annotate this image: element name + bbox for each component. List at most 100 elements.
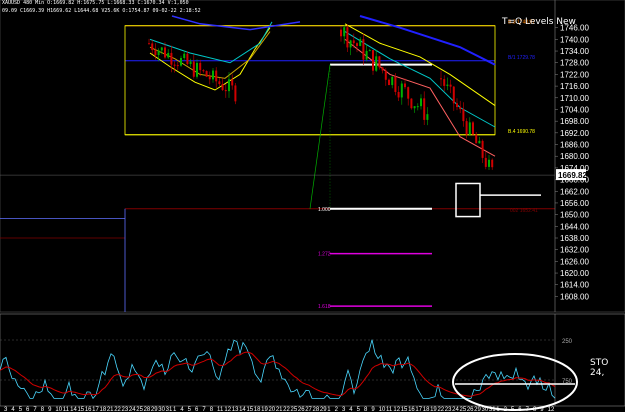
- candle-body: [180, 57, 182, 66]
- price-axis: 1746.001740.001734.001728.001722.001716.…: [0, 0, 589, 312]
- candle-body: [221, 84, 224, 90]
- candle-body: [446, 84, 449, 86]
- x-tick-label: 3: [342, 407, 346, 412]
- stochastic-panel: 250750: [0, 313, 625, 411]
- x-tick-label: 6: [26, 407, 30, 412]
- candle-body: [228, 79, 230, 92]
- chart-title: T=Q Levels New: [502, 17, 576, 27]
- x-tick-label: 31: [166, 407, 173, 412]
- x-tick-label: 11: [386, 407, 393, 412]
- candle-body: [491, 159, 494, 168]
- candle-body: [208, 76, 211, 80]
- candle-body: [400, 83, 403, 98]
- y-tick-label: 1734.00: [560, 47, 589, 56]
- x-tick-label: 10: [379, 407, 386, 412]
- candle-body: [462, 109, 465, 122]
- candle-body: [481, 140, 484, 158]
- candle-body: [218, 81, 221, 85]
- y-tick-label: 1686.00: [560, 141, 589, 150]
- x-tick-label: 10: [55, 407, 62, 412]
- candle-body: [456, 103, 458, 108]
- candle-body: [484, 157, 487, 167]
- x-tick-label: 6: [195, 407, 199, 412]
- candle-body: [199, 62, 202, 71]
- candles: [148, 24, 494, 170]
- time-axis: 3 4 5 6 7 8 9 10 11 14 15 16 17 18 21 22 23 24 25 28 29 30 31 1…: [4, 407, 555, 412]
- y-tick-label: 1692.00: [560, 129, 589, 138]
- x-tick-label: 15: [77, 407, 84, 412]
- x-tick-label: 17: [92, 407, 99, 412]
- y-tick-label: 1656.00: [560, 199, 589, 208]
- x-tick-label: 25: [291, 407, 298, 412]
- y-tick-label: 1614.00: [560, 281, 589, 290]
- candle-body: [475, 134, 478, 144]
- y-tick-label: 1698.00: [560, 117, 589, 126]
- candle-body: [189, 61, 192, 65]
- x-tick-label: 5: [19, 407, 23, 412]
- x-tick-label: 9: [371, 407, 375, 412]
- candle-body: [365, 50, 368, 60]
- candle-body: [151, 43, 154, 51]
- x-tick-label: 15: [401, 407, 408, 412]
- candle-body: [346, 27, 349, 48]
- x-tick-label: 26: [298, 407, 305, 412]
- x-tick-label: 12: [224, 407, 231, 412]
- x-tick-label: 22: [283, 407, 290, 412]
- candle-body: [426, 114, 429, 120]
- x-tick-label: 23: [445, 407, 452, 412]
- stochastic-level-label: 250: [562, 339, 573, 345]
- candle-body: [372, 50, 374, 71]
- fib-label: 1.000: [318, 207, 331, 213]
- x-tick-label: 8: [210, 407, 214, 412]
- y-tick-label: 1644.00: [560, 222, 589, 231]
- x-tick-label: 28: [313, 407, 320, 412]
- x-tick-label: 21: [107, 407, 114, 412]
- support-resistance-levels: B.3 1748.97B/1 1729.78B.4 1690.78002 165…: [0, 20, 555, 312]
- x-tick-label: 20: [268, 407, 275, 412]
- x-tick-label: 19: [430, 407, 437, 412]
- candle-body: [192, 61, 195, 77]
- candle-body: [394, 76, 397, 92]
- candle-body: [164, 47, 166, 58]
- x-tick-label: 16: [85, 407, 92, 412]
- candle-body: [384, 70, 387, 80]
- current-price-label: 1669.82: [558, 171, 587, 180]
- candle-body: [160, 47, 163, 51]
- candle-body: [368, 50, 371, 52]
- candle-body: [196, 62, 198, 77]
- candle-body: [231, 79, 234, 86]
- candle-body: [452, 86, 455, 104]
- grid: [0, 0, 625, 313]
- x-tick-label: 24: [129, 407, 136, 412]
- header-line-2: 09.09 C1669.39 H1669.62 L1644.68 V25.6K …: [2, 8, 201, 14]
- candle-body: [154, 50, 157, 56]
- candle-body: [186, 53, 189, 65]
- price-panel-border: [0, 0, 625, 313]
- header-line-1: XAUUSD 480 Min O:1669.82 H:1675.75 L:166…: [2, 0, 189, 6]
- y-tick-label: 1728.00: [560, 59, 589, 68]
- candle-body: [397, 91, 400, 98]
- x-tick-label: 29: [474, 407, 481, 412]
- y-tick-label: 1680.00: [560, 152, 589, 161]
- x-tick-label: 8: [41, 407, 45, 412]
- x-tick-label: 22: [114, 407, 121, 412]
- y-tick-label: 1620.00: [560, 269, 589, 278]
- candle-body: [488, 159, 490, 167]
- candle-body: [478, 140, 481, 144]
- x-tick-label: 26: [467, 407, 474, 412]
- candle-body: [388, 79, 390, 86]
- candle-body: [352, 40, 355, 44]
- y-tick-label: 1638.00: [560, 234, 589, 243]
- y-tick-label: 1632.00: [560, 246, 589, 255]
- x-tick-label: 13: [232, 407, 239, 412]
- y-tick-label: 1650.00: [560, 211, 589, 220]
- ma-blue-left: [171, 15, 301, 31]
- level-zone-outline: [124, 25, 496, 136]
- candle-body: [472, 122, 474, 135]
- candle-body: [443, 79, 446, 86]
- x-tick-label: 17: [415, 407, 422, 412]
- candle-body: [349, 40, 352, 48]
- candle-body: [423, 98, 426, 120]
- fib-label: 1.618: [318, 304, 331, 310]
- x-tick-label: 1: [173, 407, 177, 412]
